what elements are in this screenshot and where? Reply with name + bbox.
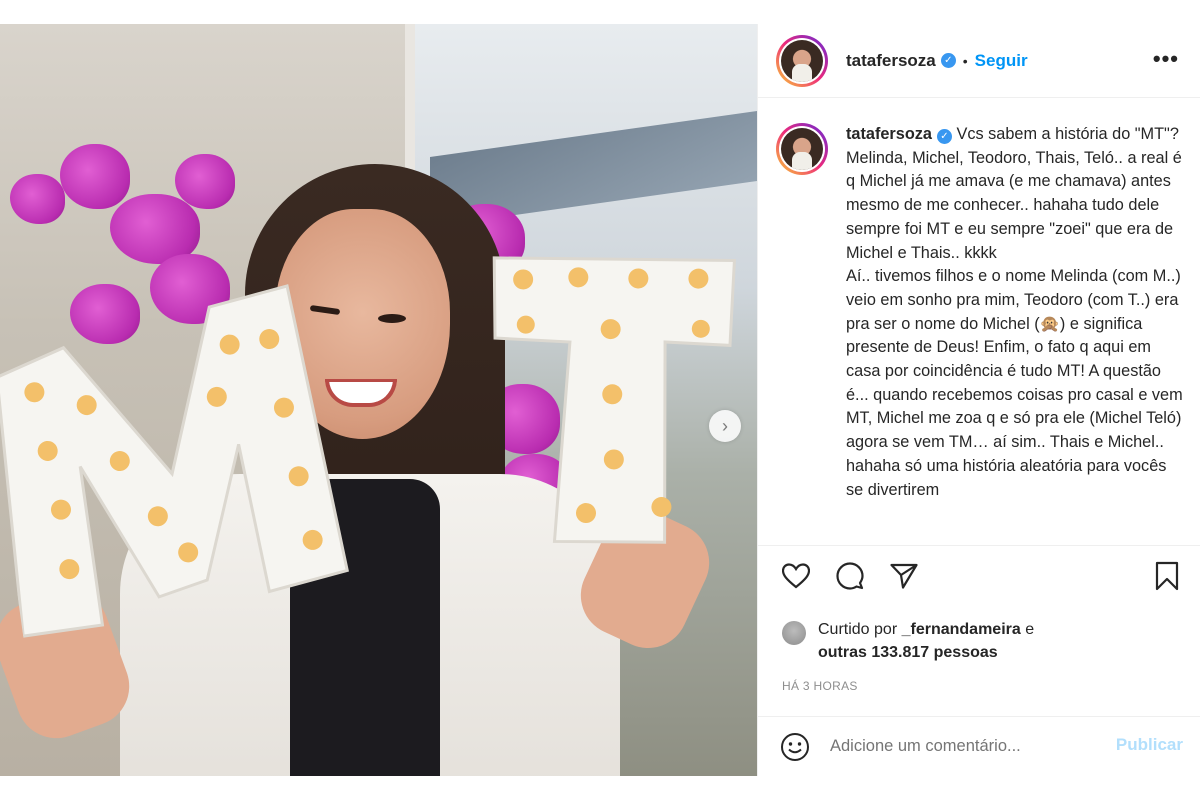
follow-button[interactable]: Seguir bbox=[975, 51, 1028, 71]
carousel-next-button[interactable]: › bbox=[709, 410, 741, 442]
separator-dot: • bbox=[962, 52, 968, 69]
verified-badge-icon: ✓ bbox=[936, 129, 952, 145]
caption-body: Vcs sabem a história do "MT"? Melinda, M… bbox=[846, 125, 1183, 499]
heart-icon[interactable] bbox=[780, 560, 812, 592]
publish-button[interactable]: Publicar bbox=[1116, 735, 1183, 755]
post-timestamp[interactable]: HÁ 3 HORAS bbox=[782, 679, 858, 693]
caption-area: tatafersoza ✓ Vcs sabem a história do "MT… bbox=[758, 99, 1200, 545]
action-bar bbox=[758, 545, 1200, 605]
marquee-letter-t bbox=[492, 256, 737, 544]
avatar[interactable] bbox=[776, 34, 828, 87]
liker-username[interactable]: _fernandameira bbox=[902, 621, 1021, 638]
avatar-image bbox=[781, 39, 823, 82]
verified-badge-icon: ✓ bbox=[940, 53, 956, 68]
orchid-flower bbox=[60, 144, 130, 209]
likes-mid: e bbox=[1020, 621, 1035, 638]
person-eye-open bbox=[378, 314, 406, 323]
comment-icon[interactable] bbox=[834, 560, 866, 592]
caption: tatafersoza ✓ Vcs sabem a história do "MT… bbox=[846, 123, 1183, 545]
orchid-flower bbox=[175, 154, 235, 209]
caption-avatar[interactable] bbox=[776, 123, 828, 175]
chevron-right-icon: › bbox=[722, 415, 728, 436]
avatar-image bbox=[781, 128, 823, 170]
avatar-inner bbox=[779, 126, 825, 172]
post-photo[interactable]: › bbox=[0, 24, 757, 776]
bookmark-icon[interactable] bbox=[1151, 560, 1183, 592]
likes-count-link[interactable]: outras 133.817 pessoas bbox=[818, 644, 998, 661]
emoji-icon[interactable] bbox=[780, 732, 810, 762]
likes-prefix: Curtido por bbox=[818, 621, 902, 638]
likes-summary: Curtido por _fernandameira e outras 133.… bbox=[782, 618, 1182, 664]
comment-input[interactable] bbox=[830, 737, 1080, 756]
avatar-inner bbox=[779, 37, 825, 84]
username-link[interactable]: tatafersoza bbox=[846, 51, 936, 71]
post-side-panel: tatafersoza ✓ • Seguir ••• tatafersoza ✓ … bbox=[757, 24, 1200, 776]
caption-username[interactable]: tatafersoza bbox=[846, 125, 932, 143]
send-icon[interactable] bbox=[888, 560, 920, 592]
marquee-letter-m bbox=[0, 284, 349, 638]
more-options-icon[interactable]: ••• bbox=[1153, 46, 1179, 72]
liker-avatar[interactable] bbox=[782, 621, 806, 645]
post-header: tatafersoza ✓ • Seguir ••• bbox=[758, 24, 1200, 98]
comment-bar: Publicar bbox=[758, 716, 1200, 776]
orchid-flower bbox=[10, 174, 65, 224]
